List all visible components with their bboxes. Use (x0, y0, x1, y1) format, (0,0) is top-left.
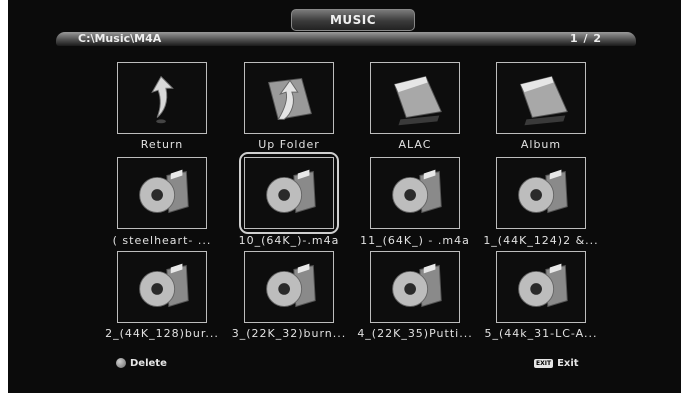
exit-key-icon: EXIT (534, 358, 554, 368)
up-folder-icon (267, 78, 312, 120)
item-label: 5_(44k_31-LC-A... (484, 327, 598, 340)
music-file-tile[interactable] (370, 251, 460, 323)
music-file-icon (139, 169, 189, 214)
music-file-tile[interactable] (496, 157, 586, 229)
music-file-icon (518, 263, 568, 308)
music-file-tile[interactable] (117, 157, 207, 229)
folder-tile-alac[interactable] (370, 62, 460, 134)
music-file-icon (392, 263, 442, 308)
current-path: C:\Music\M4A (78, 32, 162, 45)
item-label: 1_(44K_124)2 &... (483, 234, 599, 247)
exit-label: Exit (557, 358, 579, 369)
up-folder-tile[interactable] (244, 62, 334, 134)
delete-key-icon (116, 358, 126, 368)
item-label: ALAC (398, 138, 432, 151)
item-label: ( steelheart- ... (112, 234, 212, 247)
item-label: Up Folder (258, 138, 320, 151)
page-title: MUSIC (291, 9, 415, 31)
item-label: 11_(64K_) - .m4a (360, 234, 470, 247)
delete-label: Delete (130, 358, 167, 369)
music-file-tile[interactable] (370, 157, 460, 229)
item-label: 10_(64K_)-.m4a (238, 234, 340, 247)
return-arrow-icon (151, 75, 174, 124)
path-bar: C:\Music\M4A 1 / 2 (56, 32, 636, 46)
page-indicator: 1 / 2 (570, 32, 602, 45)
music-file-icon (266, 169, 316, 214)
music-file-icon (518, 169, 568, 214)
folder-tile-album[interactable] (496, 62, 586, 134)
music-file-icon (266, 263, 316, 308)
item-label: 2_(44K_128)bur... (105, 327, 219, 340)
music-file-tile[interactable] (244, 251, 334, 323)
folder-icon (393, 76, 442, 126)
item-label: 3_(22K_32)burn... (231, 327, 347, 340)
delete-hint[interactable]: Delete (116, 358, 167, 369)
media-browser-screen: MUSIC C:\Music\M4A 1 / 2 Return Up Folde… (8, 0, 681, 393)
music-file-icon (139, 263, 189, 308)
return-tile[interactable] (117, 62, 207, 134)
music-file-tile[interactable] (117, 251, 207, 323)
item-label: 4_(22K_35)Putti... (357, 327, 473, 340)
music-file-icon (392, 169, 442, 214)
item-label: Album (520, 138, 562, 151)
item-label: Return (140, 138, 184, 151)
exit-hint[interactable]: EXIT Exit (534, 358, 579, 369)
music-file-tile-selected[interactable] (239, 152, 339, 234)
folder-icon (519, 76, 568, 126)
music-file-tile[interactable] (496, 251, 586, 323)
